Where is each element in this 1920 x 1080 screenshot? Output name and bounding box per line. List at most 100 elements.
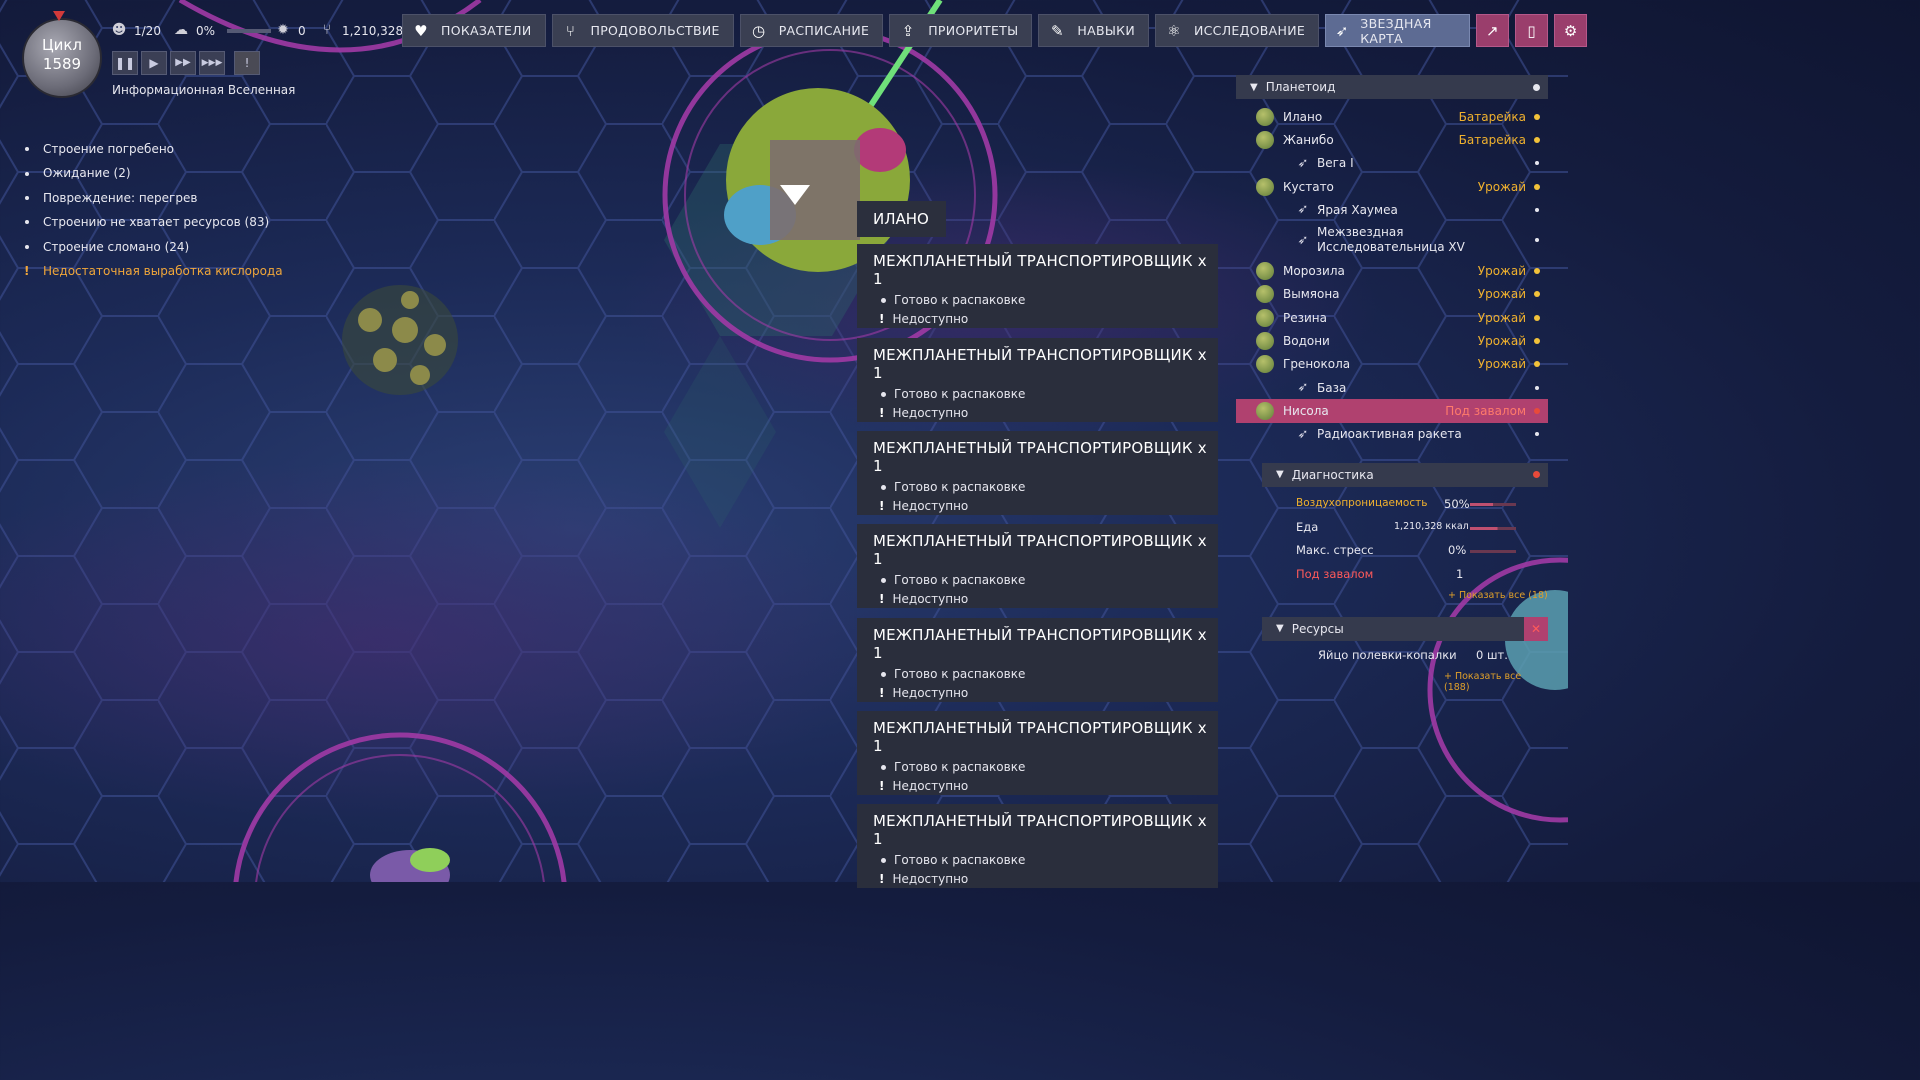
status-dot [1535,432,1539,437]
collapse-triangle-icon: ▼ [1276,623,1284,635]
planetoid-list-item[interactable]: Илано Батарейка [1236,105,1548,128]
planetoid-icon [1256,177,1274,196]
tab-label: ИССЛЕДОВАНИЕ [1194,23,1306,38]
show-all-link[interactable]: + Показать все (188) [1444,671,1548,693]
card-warning-text: Недоступно [892,872,969,886]
fork-knife-icon: ⑂ [322,22,332,38]
tab-food[interactable]: ⑂ ПРОДОВОЛЬСТВИЕ [551,14,734,47]
duplicant-count[interactable]: ☻ 1/20 [110,22,161,40]
section-title: Диагностика [1291,467,1374,482]
bullet-icon [25,196,29,201]
tab-label: ЗВЕЗДНАЯ КАРТА [1360,15,1432,46]
planetoid-list-item[interactable]: Вымяона Урожай [1236,283,1548,306]
planetoid-list-item[interactable]: Жанибо Батарейка [1236,128,1548,151]
resource-value: 0 шт. [1476,647,1508,662]
transporter-card[interactable]: МЕЖПЛАНЕТНЫЙ ТРАНСПОРТИРОВЩИК x 1 Готово … [857,431,1218,515]
diag-name: Под завалом [1296,566,1374,581]
diag-bar [1470,549,1516,553]
tab-label: НАВЫКИ [1077,23,1135,38]
card-title: МЕЖПЛАНЕТНЫЙ ТРАНСПОРТИРОВЩИК x 1 [873,626,1207,662]
transporter-card[interactable]: МЕЖПЛАНЕТНЫЙ ТРАНСПОРТИРОВЩИК x 1 Готово … [857,244,1218,328]
bullet-icon [25,147,29,152]
planetoid-name: Кустато [1283,179,1334,194]
planetoid-name: Морозила [1283,264,1345,279]
planetoid-list-item[interactable]: Резина Урожай [1236,306,1548,329]
planetoid-name: Ярая Хаумеа [1317,202,1398,217]
planetoid-section-header[interactable]: ▼ Планетоид [1236,75,1548,99]
tab-priorities[interactable]: ⇪ ПРИОРИТЕТЫ [889,14,1033,47]
card-status: Готово к распаковке [873,760,1218,774]
bullet-icon [881,577,886,583]
status-dot [1533,83,1540,91]
diag-name: Макс. стресс [1296,542,1374,557]
show-all-link[interactable]: + Показать все (18) [1448,590,1548,601]
fast-button[interactable]: ▶▶ [170,51,196,75]
card-warning: ! Недоступно [873,312,1218,326]
tab-schedule[interactable]: ◷ РАСПИСАНИЕ [739,14,884,47]
planetoid-name: Водони [1283,334,1330,349]
rocket-list-item[interactable]: ➶ База [1236,376,1548,399]
notification-item[interactable]: Строение сломано (24) [24,235,283,259]
cycle-marker-icon [53,11,65,21]
tab-vitals[interactable]: ♥ ПОКАЗАТЕЛИ [402,14,546,47]
planetoid-list-item[interactable]: Морозила Урожай [1236,259,1548,282]
notification-item[interactable]: Повреждение: перегрев [24,186,283,210]
notification-item[interactable]: Строение погребено [24,137,283,161]
collapse-triangle-icon: ▼ [1276,469,1284,481]
close-icon[interactable]: ✕ [1524,616,1548,641]
card-warning-text: Недоступно [892,686,969,700]
bug-stat[interactable]: ✹ 0 [274,22,306,40]
card-status: Готово к распаковке [873,293,1218,307]
stress-stat[interactable]: ☁ 0% [172,22,272,40]
status-dot [1535,161,1539,166]
planetoid-icon [1256,285,1274,304]
diagnostics-section-header[interactable]: ▼ Диагностика [1262,462,1548,487]
notification-text: Строению не хватает ресурсов (83) [43,215,270,230]
card-warning-text: Недоступно [892,499,969,513]
food-stat[interactable]: ⑂ 1,210,328 к [318,22,414,40]
hover-planet-label: ИЛАНО [857,201,946,237]
pause-button[interactable]: ❚❚ [112,51,138,75]
rocket-list-item[interactable]: ➶ Радиоактивная ракета [1236,423,1548,446]
resources-section-header[interactable]: ▼ Ресурсы ✕ [1262,616,1548,641]
card-status: Готово к распаковке [873,573,1218,587]
transporter-card[interactable]: МЕЖПЛАНЕТНЫЙ ТРАНСПОРТИРОВЩИК x 1 Готово … [857,711,1218,795]
warning-icon: ! [24,264,30,279]
transporter-card[interactable]: МЕЖПЛАНЕТНЫЙ ТРАНСПОРТИРОВЩИК x 1 Готово … [857,618,1218,702]
tab-skills[interactable]: ✎ НАВЫКИ [1038,14,1149,47]
card-warning-text: Недоступно [892,406,969,420]
bullet-icon [881,391,886,397]
notification-item[interactable]: Строению не хватает ресурсов (83) [24,210,283,234]
alert-button[interactable]: ! [234,51,260,75]
status-dot [1534,183,1540,190]
reports-button[interactable]: ↗ [1475,14,1509,47]
codex-button[interactable]: ▯ [1515,14,1549,47]
notification-item[interactable]: Ожидание (2) [24,161,283,185]
chart-line-icon: ↗ [1485,21,1499,40]
tab-research[interactable]: ⚛ ИССЛЕДОВАНИЕ [1155,14,1320,47]
notification-warning[interactable]: ! Недостаточная выработка кислорода [24,259,283,283]
card-warning: ! Недоступно [873,872,1218,886]
card-title: МЕЖПЛАНЕТНЫЙ ТРАНСПОРТИРОВЩИК x 1 [873,346,1207,382]
transporter-card[interactable]: МЕЖПЛАНЕТНЫЙ ТРАНСПОРТИРОВЩИК x 1 Готово … [857,338,1218,422]
rocket-list-item[interactable]: ➶ Межзвездная Исследовательница XV [1236,221,1548,259]
planetoid-icon [1256,107,1274,126]
planetoid-list-item[interactable]: Нисола Под завалом [1236,399,1548,423]
play-button[interactable]: ▶ [141,51,167,75]
card-status: Готово к распаковке [873,387,1218,401]
status-dot [1534,113,1540,120]
card-status-text: Готово к распаковке [894,293,1026,307]
planetoid-list-item[interactable]: Кустато Урожай [1236,175,1548,198]
transporter-card[interactable]: МЕЖПЛАНЕТНЫЙ ТРАНСПОРТИРОВЩИК x 1 Готово … [857,804,1218,888]
rocket-list-item[interactable]: ➶ Ярая Хаумеа [1236,198,1548,221]
planetoid-list-item[interactable]: Гренокола Урожай [1236,353,1548,376]
rocket-list-item[interactable]: ➶ Вега I [1236,152,1548,175]
settings-button[interactable]: ⚙ [1554,14,1588,47]
planetoid-name: Гренокола [1283,357,1351,372]
tab-starmap[interactable]: ➶ ЗВЕЗДНАЯ КАРТА [1325,14,1470,47]
research-icon: ⚛ [1167,21,1181,40]
tab-label: ПРОДОВОЛЬСТВИЕ [590,23,720,38]
transporter-card[interactable]: МЕЖПЛАНЕТНЫЙ ТРАНСПОРТИРОВЩИК x 1 Готово … [857,524,1218,608]
faster-button[interactable]: ▶▶▶ [199,51,225,75]
planetoid-list-item[interactable]: Водони Урожай [1236,329,1548,352]
